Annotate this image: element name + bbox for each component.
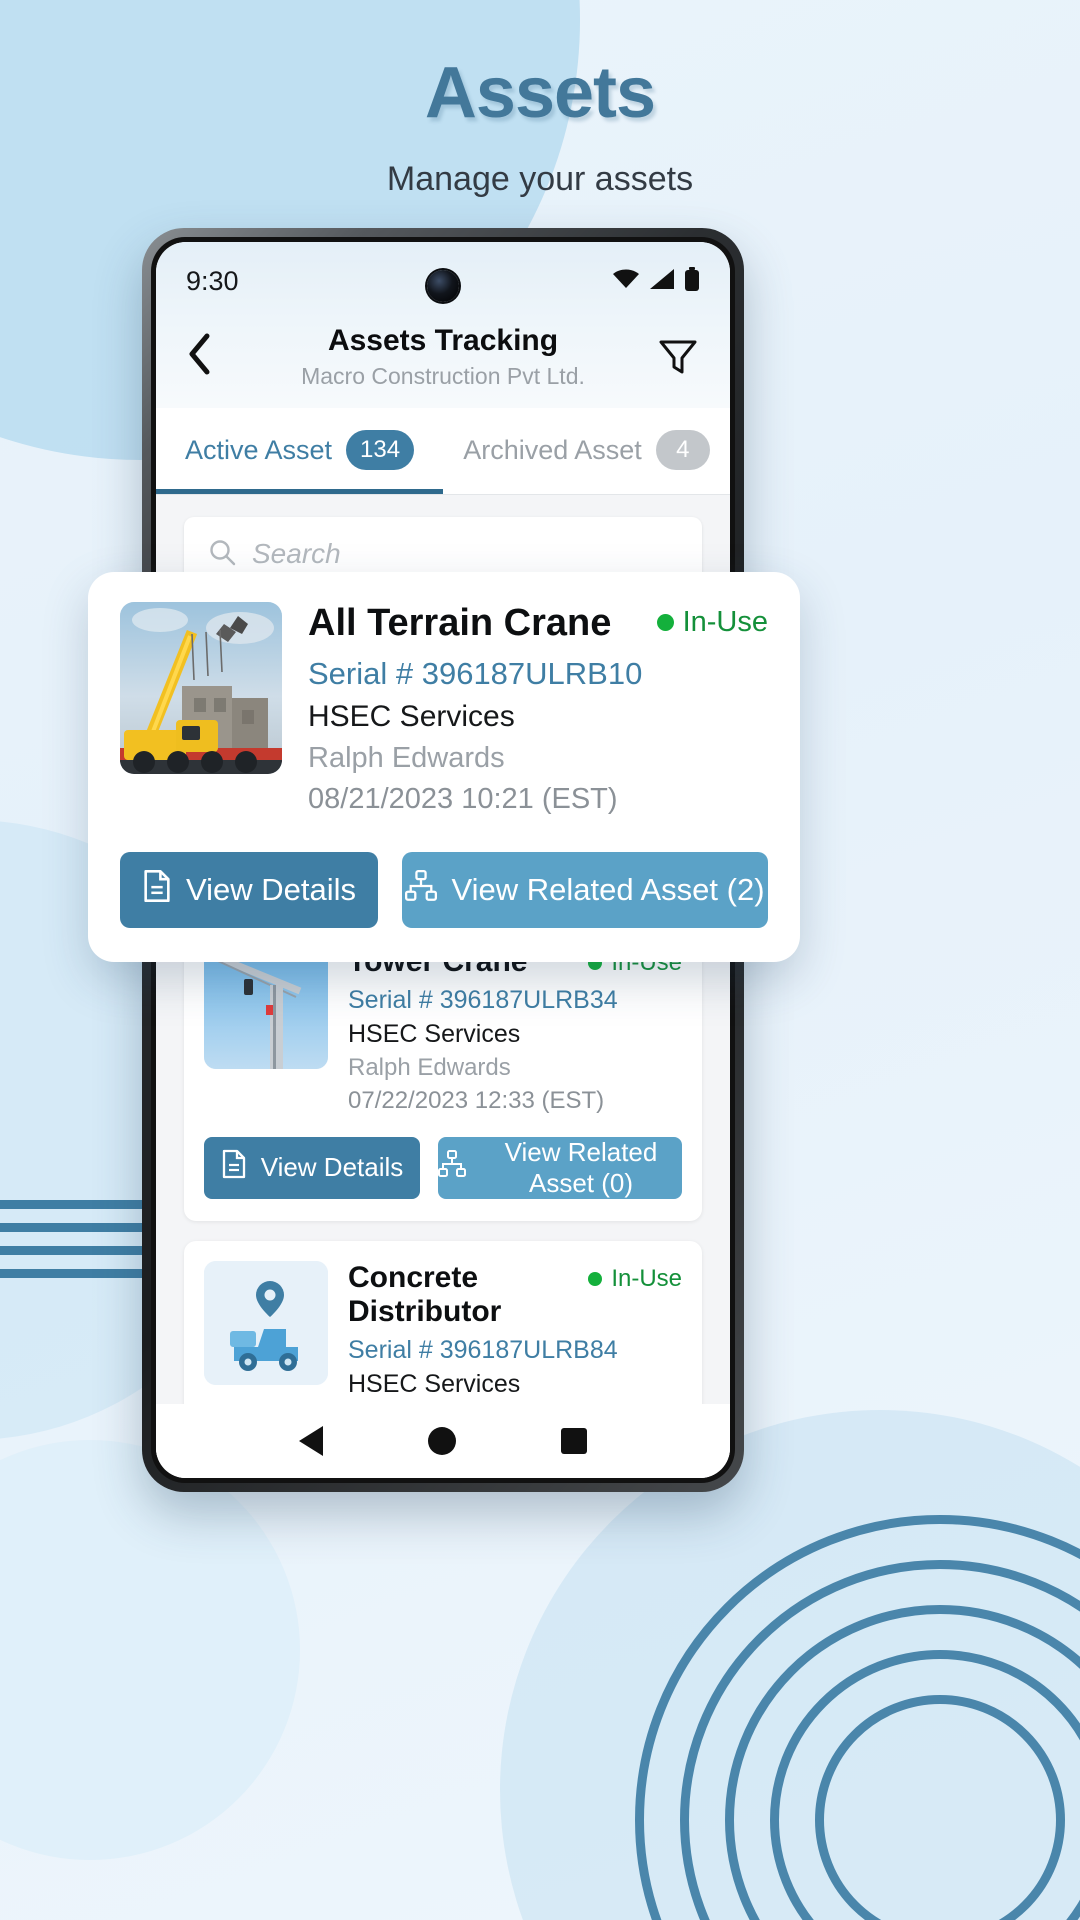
page-title: Assets [424,53,656,133]
status-time: 9:30 [186,265,239,296]
app-bar-subtitle: Macro Construction Pvt Ltd. [301,363,585,389]
tab-bar: Active Asset 134 Archived Asset 4 [156,408,730,494]
asset-serial: Serial # 396187ULRB84 [348,1335,618,1364]
android-nav-bar [156,1404,730,1478]
decorative-arcs [630,1510,1080,1920]
asset-actions: View Details View Related Asset (0) [204,1136,682,1199]
page-subtitle: Manage your assets [386,160,694,198]
tab-active-asset[interactable]: Active Asset 134 [156,408,443,494]
app-bar-title: Assets Tracking [327,324,559,357]
tab-archived-asset-badge: 4 [655,430,710,470]
asset-company: HSEC Services [308,699,515,733]
tab-active-asset-label: Active Asset [184,434,333,465]
search-icon [208,538,236,571]
asset-list-item[interactable]: Tower Crane In-Use Serial # 396187ULRB34… [184,925,702,1221]
nav-home-icon[interactable] [427,1427,456,1455]
filter-button[interactable] [656,335,700,379]
tower-crane-photo [204,945,328,1069]
status-bar: 9:30 [156,242,730,320]
all-terrain-crane-photo [120,602,282,774]
asset-person: Ralph Edwards [348,1053,511,1081]
view-details-button[interactable]: View Details [120,851,378,928]
status-badge: In-Use [588,1261,682,1293]
concrete-distributor-illustration [204,1260,328,1385]
app-bar-titles: Assets Tracking Macro Construction Pvt L… [230,324,656,390]
view-related-asset-button[interactable]: View Related Asset (0) [438,1136,682,1199]
view-details-label: View Details [260,1152,404,1182]
app-bar: Assets Tracking Macro Construction Pvt L… [156,320,730,408]
status-dot-icon [656,614,674,631]
front-camera [427,270,459,302]
blob-bottom-left [0,1440,300,1860]
document-icon [221,1149,247,1186]
filter-funnel-icon [659,340,697,374]
asset-datetime: 07/22/2023 12:33 (EST) [348,1086,605,1114]
asset-title: Concrete Distributor [348,1260,502,1329]
page-header: Assets Manage your assets [0,52,1080,199]
nav-recents-icon[interactable] [561,1428,588,1454]
search-input[interactable] [252,538,678,570]
status-label: In-Use [611,1264,682,1292]
tab-archived-asset-label: Archived Asset [463,434,642,465]
view-related-asset-label: View Related Asset (2) [451,871,765,907]
battery-icon [684,266,700,296]
document-icon [142,869,172,911]
asset-summary: Tower Crane In-Use Serial # 396187ULRB34… [204,945,682,1115]
view-related-asset-button[interactable]: View Related Asset (2) [402,851,768,928]
status-label: In-Use [682,606,768,638]
asset-title-row: All Terrain Crane In-Use [308,602,768,646]
status-icons [612,266,700,296]
hierarchy-icon [438,1150,466,1185]
asset-info: All Terrain Crane In-Use Serial # 396187… [308,602,768,816]
asset-serial: Serial # 396187ULRB34 [348,985,618,1014]
tab-active-indicator [156,489,443,494]
asset-title: All Terrain Crane [308,602,612,644]
asset-thumbnail [204,945,328,1069]
status-dot-icon [588,1271,603,1286]
wifi-icon [612,269,640,294]
signal-icon [649,268,675,295]
status-badge: In-Use [656,602,768,639]
asset-info: Tower Crane In-Use Serial # 396187ULRB34… [348,945,682,1115]
asset-person: Ralph Edwards [308,741,505,774]
view-details-label: View Details [185,871,356,907]
asset-company: HSEC Services [348,1019,521,1048]
hierarchy-icon [405,869,438,910]
view-related-asset-label: View Related Asset (0) [504,1136,658,1198]
asset-datetime: 08/21/2023 10:21 (EST) [308,782,618,815]
asset-actions: View Details View Related Asset (2) [120,851,768,928]
back-button[interactable] [186,332,230,383]
asset-thumbnail [204,1260,328,1385]
featured-asset-card[interactable]: All Terrain Crane In-Use Serial # 396187… [88,572,800,962]
asset-serial: Serial # 396187ULRB10 [308,655,643,691]
tab-active-asset-badge: 134 [346,430,415,470]
asset-thumbnail [120,602,282,774]
nav-back-icon[interactable] [298,1426,323,1456]
asset-title-row: Concrete Distributor In-Use [348,1261,682,1330]
asset-summary: All Terrain Crane In-Use Serial # 396187… [120,602,768,816]
tab-archived-asset[interactable]: Archived Asset 4 [443,408,730,494]
view-details-button[interactable]: View Details [204,1136,420,1199]
asset-company: HSEC Services [348,1369,521,1398]
